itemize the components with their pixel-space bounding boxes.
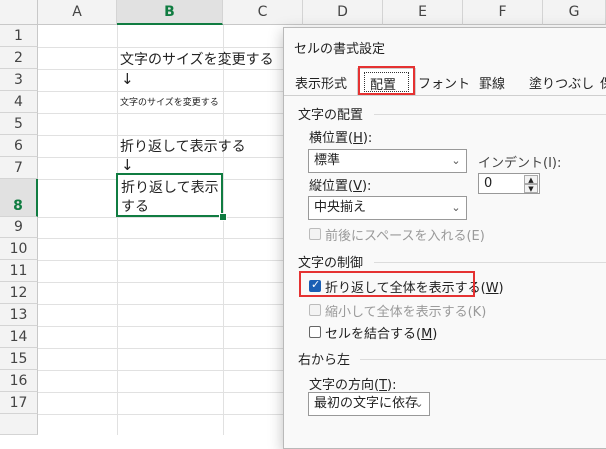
merge-cells-checkbox[interactable] xyxy=(309,326,321,338)
vertical-label-text: 縦位置( xyxy=(309,179,354,194)
cell-b3[interactable]: ↓ xyxy=(121,70,134,88)
row-header-1[interactable]: 1 xyxy=(0,25,38,47)
row-header-4[interactable]: 4 xyxy=(0,91,38,113)
section-text-alignment: 文字の配置 xyxy=(298,108,364,123)
merge-cells-label: セルを結合する(M) xyxy=(325,327,438,342)
spinner-down-icon[interactable]: ▼ xyxy=(524,184,538,193)
select-all-corner[interactable] xyxy=(0,0,38,25)
active-cell-b8[interactable]: 折り返して表示 する xyxy=(116,173,223,217)
row-header-15[interactable]: 15 xyxy=(0,348,38,370)
cell-b4[interactable]: 文字のサイズを変更する xyxy=(120,95,219,108)
horizontal-select[interactable]: 標準 ⌄ xyxy=(308,149,467,173)
row-header-16[interactable]: 16 xyxy=(0,370,38,392)
chevron-down-icon: ⌄ xyxy=(451,154,461,167)
vertical-accel: V xyxy=(353,179,362,194)
section-divider xyxy=(374,262,606,263)
vertical-select[interactable]: 中央揃え ⌄ xyxy=(308,196,467,220)
horizontal-label-text: 横位置( xyxy=(309,131,354,146)
section-divider xyxy=(374,114,606,115)
chevron-down-icon: ⌄ xyxy=(451,201,461,214)
fill-handle[interactable] xyxy=(219,213,227,221)
column-header-d[interactable]: D xyxy=(303,0,383,25)
row-header-10[interactable]: 10 xyxy=(0,238,38,260)
cell-b6[interactable]: 折り返して表示する xyxy=(120,136,246,156)
vertical-select-value: 中央揃え xyxy=(314,200,367,215)
indent-spinner[interactable]: 0 ▲ ▼ xyxy=(478,173,540,194)
text-direction-accel: T xyxy=(379,378,388,393)
section-text-control: 文字の制御 xyxy=(298,256,364,271)
cell-b8-line1: 折り返して表示 xyxy=(121,180,219,196)
horizontal-select-value: 標準 xyxy=(314,153,341,168)
merge-cells-label-text: セルを結合する( xyxy=(325,327,422,342)
justify-distributed-checkbox[interactable] xyxy=(309,228,321,240)
row-header-5[interactable]: 5 xyxy=(0,113,38,135)
text-direction-label: 文字の方向(T): xyxy=(309,378,397,393)
indent-value: 0 xyxy=(484,176,493,191)
text-direction-value: 最初の文字に依存 xyxy=(314,396,419,411)
row-header-2[interactable]: 2 xyxy=(0,47,38,69)
text-direction-label-text: 文字の方向( xyxy=(309,378,380,393)
text-direction-select[interactable]: 最初の文字に依存 ⌄ xyxy=(308,392,430,416)
wrap-text-highlight xyxy=(299,271,475,297)
row-header-3[interactable]: 3 xyxy=(0,69,38,91)
justify-distributed-label: 前後にスペースを入れる(E) xyxy=(325,229,485,244)
column-header-c[interactable]: C xyxy=(223,0,303,25)
column-header-f[interactable]: F xyxy=(463,0,543,25)
cell-b7[interactable]: ↓ xyxy=(121,156,134,174)
vertical-label: 縦位置(V): xyxy=(309,179,372,194)
dialog-title: セルの書式設定 xyxy=(294,42,386,57)
row-header-14[interactable]: 14 xyxy=(0,326,38,348)
section-right-to-left: 右から左 xyxy=(298,353,351,368)
row-header-6[interactable]: 6 xyxy=(0,135,38,157)
row-header-17[interactable]: 17 xyxy=(0,392,38,414)
grid-line xyxy=(117,25,118,435)
horizontal-label: 横位置(H): xyxy=(309,131,373,146)
cell-b2[interactable]: 文字のサイズを変更する xyxy=(120,49,274,69)
horizontal-accel: H xyxy=(353,131,363,146)
row-header-7[interactable]: 7 xyxy=(0,157,38,179)
wrap-text-accel: W xyxy=(485,281,499,296)
row-header-9[interactable]: 9 xyxy=(0,217,38,238)
indent-label: インデント(I): xyxy=(478,156,562,171)
row-header-12[interactable]: 12 xyxy=(0,282,38,304)
column-header-a[interactable]: A xyxy=(38,0,117,25)
row-header-18[interactable] xyxy=(0,414,38,435)
shrink-to-fit-checkbox[interactable] xyxy=(309,304,321,316)
row-header-11[interactable]: 11 xyxy=(0,260,38,282)
spinner-up-icon[interactable]: ▲ xyxy=(524,175,538,184)
alignment-tab-highlight xyxy=(358,66,415,95)
row-header-8[interactable]: 8 xyxy=(0,179,38,217)
column-header-e[interactable]: E xyxy=(383,0,463,25)
chevron-down-icon: ⌄ xyxy=(414,397,424,410)
row-header-13[interactable]: 13 xyxy=(0,304,38,326)
cell-b8-line2: する xyxy=(121,199,149,215)
column-header-g[interactable]: G xyxy=(543,0,606,25)
grid-line xyxy=(223,25,224,435)
column-header-b[interactable]: B xyxy=(117,0,223,25)
format-cells-dialog: セルの書式設定 表示形式 配置 フォント 罫線 塗りつぶし 保 文字の配置 横位… xyxy=(283,27,606,449)
shrink-to-fit-label: 縮小して全体を表示する(K) xyxy=(325,305,487,320)
merge-cells-accel: M xyxy=(421,327,433,342)
tab-divider xyxy=(284,95,606,96)
section-divider xyxy=(360,359,606,360)
